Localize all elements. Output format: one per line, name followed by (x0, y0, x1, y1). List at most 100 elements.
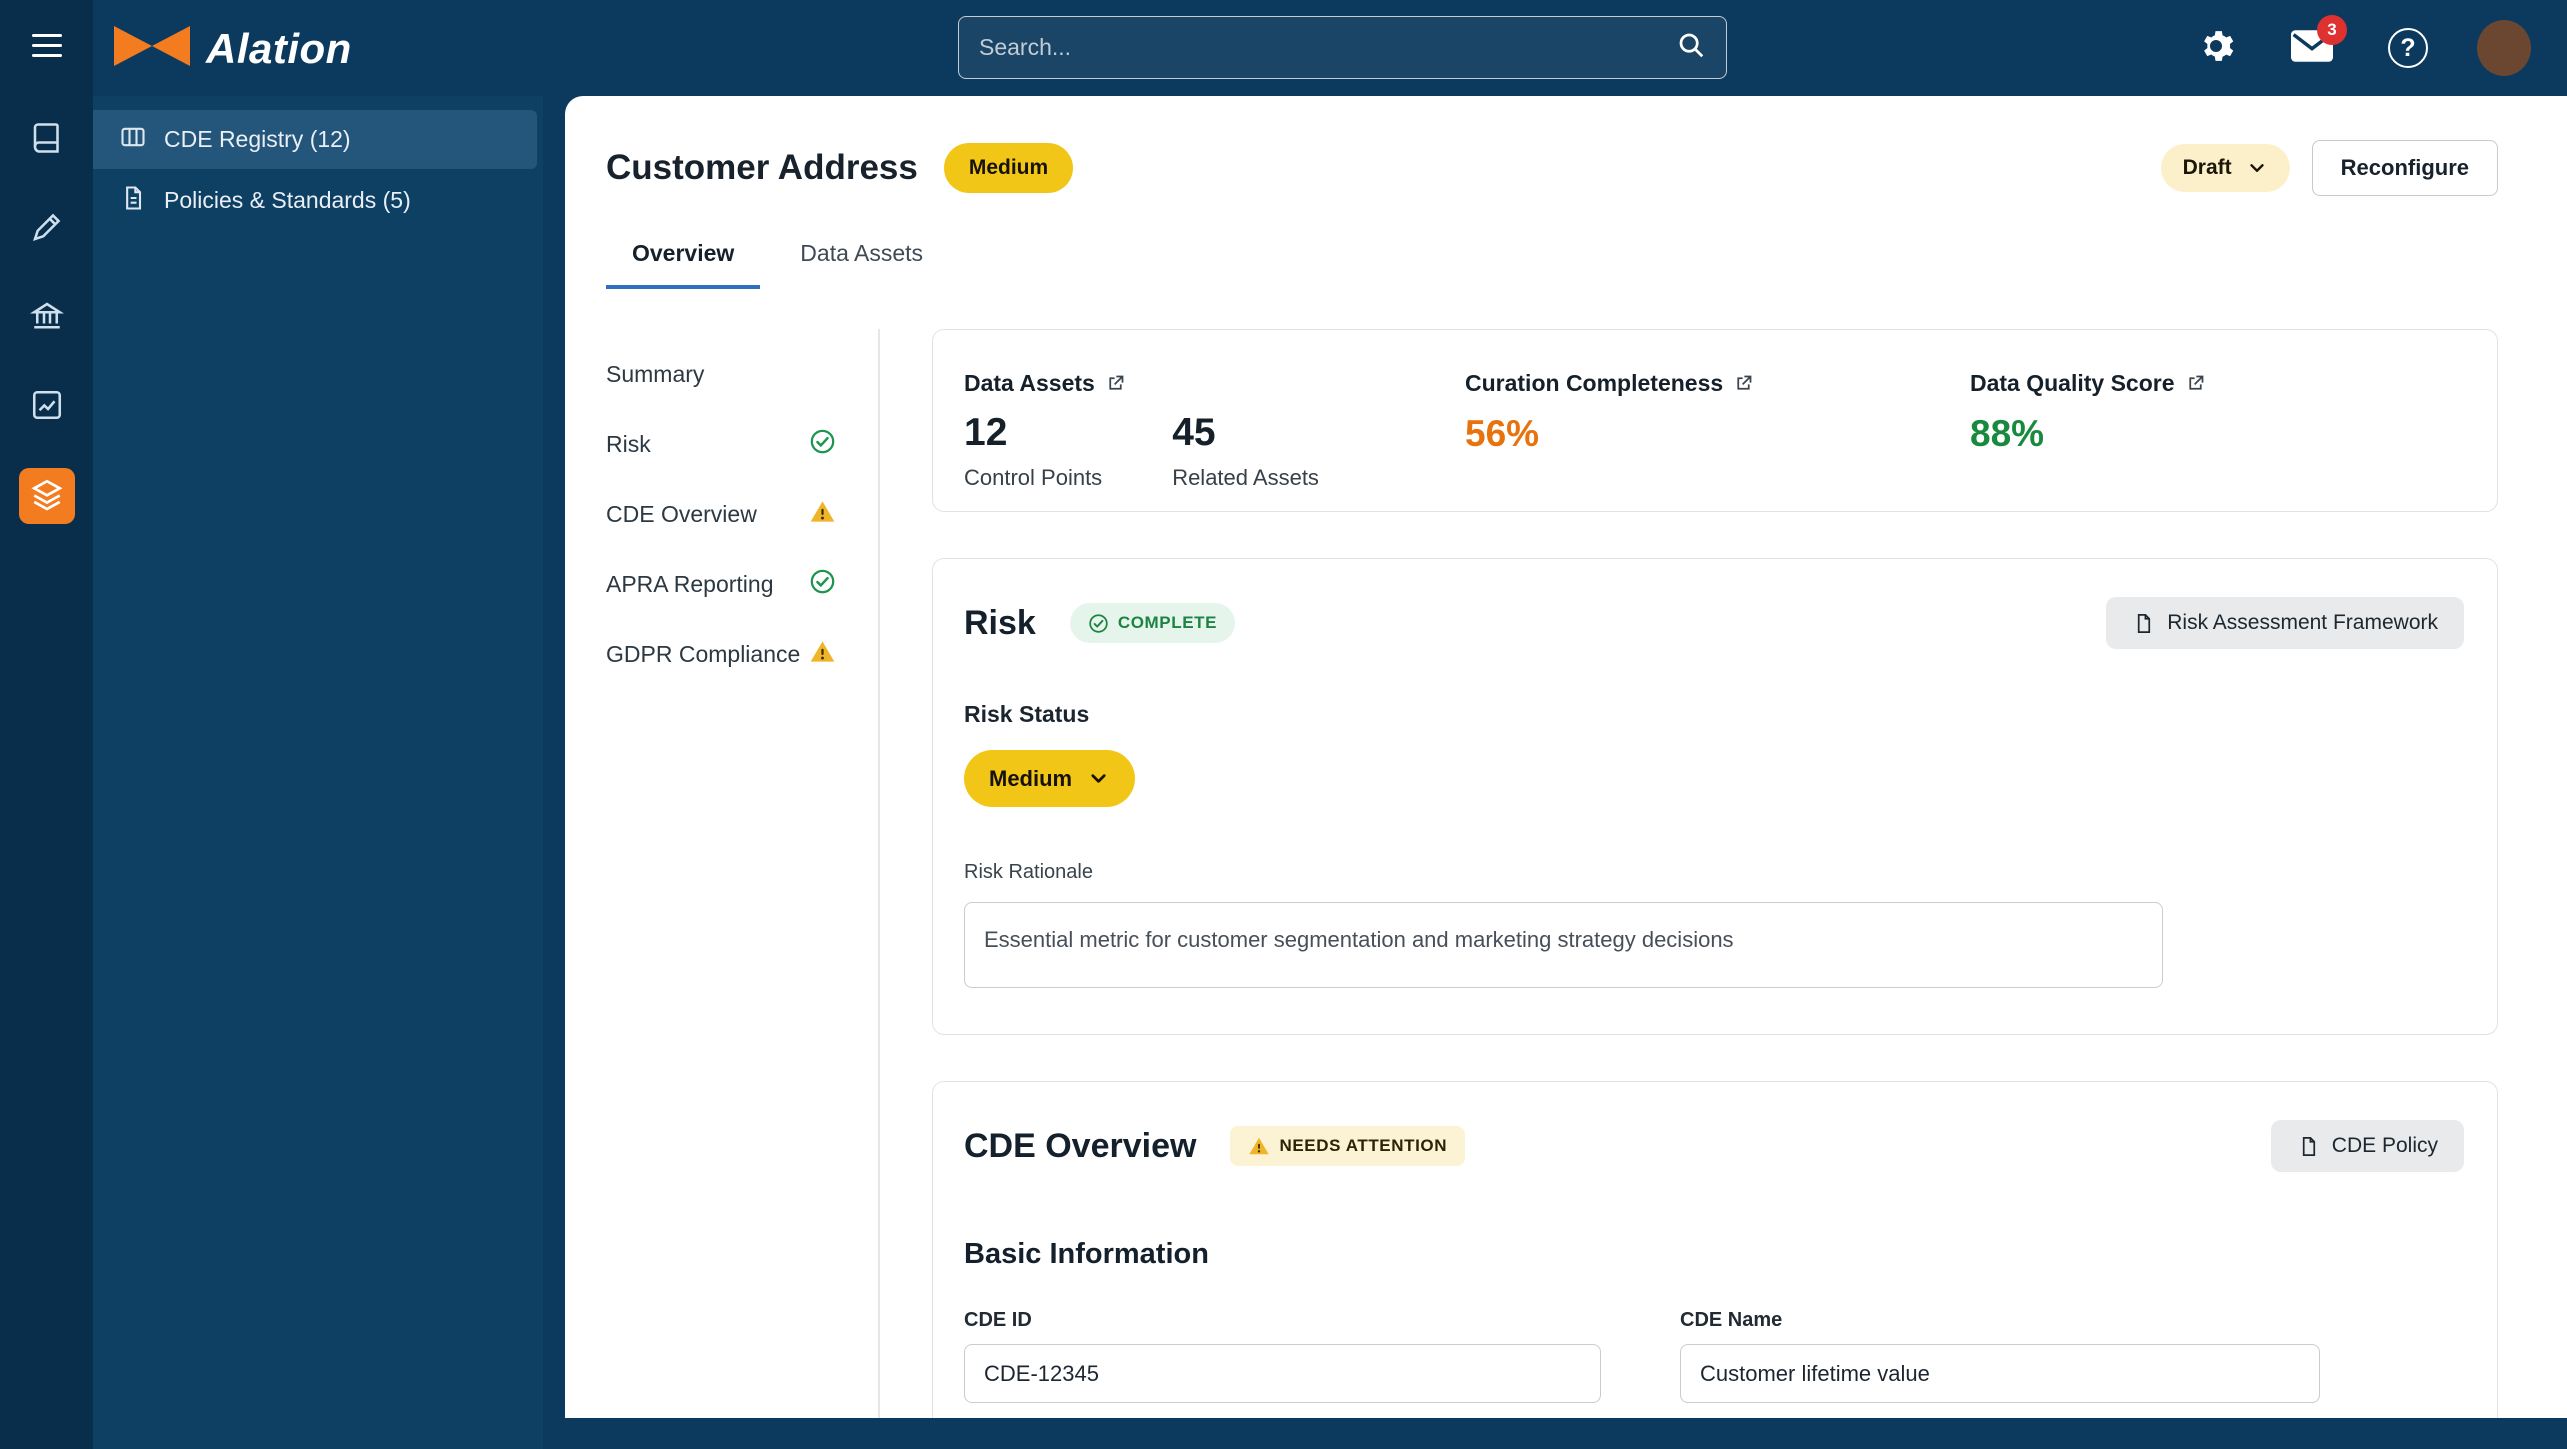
external-link-icon[interactable] (1733, 373, 1754, 394)
section-nav: Summary Risk CDE Overview APRA Reporting (606, 329, 880, 1418)
related-assets-stat: 45 Related Assets (1172, 411, 1319, 491)
data-quality-stat: Data Quality Score 88% (1970, 370, 2206, 511)
tab-overview[interactable]: Overview (606, 240, 761, 289)
logo-text: Alation (206, 24, 352, 72)
search-icon[interactable] (1676, 30, 1706, 65)
sidebar-item-label: CDE Registry (12) (164, 126, 351, 152)
notifications-button[interactable]: 3 (2285, 15, 2347, 75)
control-points-stat: 12 Control Points (964, 411, 1102, 491)
control-points-label: Control Points (964, 465, 1103, 490)
cde-id-input[interactable] (964, 1344, 1601, 1403)
section-nav-gdpr-compliance[interactable]: GDPR Compliance (606, 619, 878, 689)
warning-triangle-icon (809, 498, 836, 531)
rail-catalog-button[interactable] (19, 112, 75, 168)
curation-completeness-stat: Curation Completeness 56% (1465, 370, 1970, 511)
external-link-icon[interactable] (2185, 373, 2206, 394)
risk-status-dropdown[interactable]: Medium (964, 750, 1136, 807)
nav-label: CDE Overview (606, 500, 757, 527)
content-card: Customer Address Medium Draft Reconfigur… (565, 96, 2567, 1418)
alation-logo-icon (112, 22, 192, 75)
hamburger-menu-icon[interactable] (31, 34, 62, 64)
risk-assessment-framework-button[interactable]: Risk Assessment Framework (2106, 597, 2464, 649)
layers-icon (29, 476, 65, 517)
cde-name-input[interactable] (1680, 1344, 2320, 1403)
quality-value: 88% (1970, 413, 2045, 454)
section-nav-summary[interactable]: Summary (606, 339, 878, 409)
tab-data-assets[interactable]: Data Assets (774, 240, 949, 289)
section-nav-apra-reporting[interactable]: APRA Reporting (606, 549, 878, 619)
page-title: Customer Address (606, 148, 918, 187)
tab-bar: Overview Data Assets (565, 240, 2567, 289)
topbar-actions: 3 ? (2189, 0, 2531, 96)
section-content: Data Assets 12 Control Points 45 Related… (880, 329, 2498, 1418)
rail-analytics-button[interactable] (19, 379, 75, 435)
warning-triangle-icon (809, 638, 836, 671)
control-points-value: 12 (964, 411, 1008, 454)
related-assets-value: 45 (1172, 411, 1216, 454)
help-icon: ? (2388, 28, 2428, 68)
global-search[interactable] (958, 16, 1727, 79)
check-circle-icon (1089, 613, 1108, 633)
check-circle-icon (809, 428, 836, 461)
section-nav-cde-overview[interactable]: CDE Overview (606, 479, 878, 549)
risk-title: Risk (964, 603, 1036, 642)
search-input[interactable] (979, 34, 1676, 61)
warning-triangle-icon (1249, 1137, 1270, 1155)
risk-status-label: Risk Status (964, 701, 1090, 727)
complete-badge-label: COMPLETE (1117, 613, 1218, 632)
chevron-down-icon (2249, 164, 2264, 172)
document-icon (2302, 1136, 2315, 1156)
rail-compose-button[interactable] (19, 201, 75, 257)
sidebar-item-policies-standards[interactable]: Policies & Standards (5) (93, 171, 537, 230)
data-assets-title[interactable]: Data Assets (964, 370, 1095, 397)
nav-label: APRA Reporting (606, 570, 774, 597)
nav-label: Risk (606, 430, 651, 457)
risk-section: Risk COMPLETE Risk Assessment Framework … (932, 558, 2498, 1035)
rail-governance-button[interactable] (19, 290, 75, 346)
check-circle-icon (809, 568, 836, 601)
page-header: Customer Address Medium Draft Reconfigur… (565, 96, 2567, 196)
stats-card: Data Assets 12 Control Points 45 Related… (932, 329, 2498, 512)
cde-overview-title: CDE Overview (964, 1126, 1197, 1165)
cde-policy-button[interactable]: CDE Policy (2270, 1120, 2464, 1172)
needs-attention-label: NEEDS ATTENTION (1279, 1136, 1448, 1155)
curation-title[interactable]: Curation Completeness (1465, 370, 1723, 397)
framework-button-label: Risk Assessment Framework (2167, 611, 2438, 634)
policy-document-icon (119, 184, 147, 218)
card-body: Summary Risk CDE Overview APRA Reporting (565, 329, 2567, 1418)
table-columns-icon (119, 123, 147, 157)
chart-icon (29, 387, 65, 428)
pen-icon (29, 209, 65, 250)
draft-status-dropdown[interactable]: Draft (2160, 144, 2290, 192)
risk-rationale-label: Risk Rationale (964, 861, 1093, 883)
needs-attention-badge: NEEDS ATTENTION (1230, 1126, 1466, 1166)
user-menu[interactable] (2477, 20, 2531, 76)
complete-badge: COMPLETE (1069, 603, 1236, 643)
data-assets-stat: Data Assets 12 Control Points 45 Related… (964, 370, 1465, 511)
nav-label: Summary (606, 360, 705, 387)
avatar (2477, 20, 2531, 76)
section-nav-risk[interactable]: Risk (606, 409, 878, 479)
external-link-icon[interactable] (1105, 373, 1126, 394)
notification-badge: 3 (2317, 15, 2347, 45)
quality-title[interactable]: Data Quality Score (1970, 370, 2175, 397)
alation-logo[interactable]: Alation (112, 22, 352, 75)
curation-value: 56% (1465, 413, 1540, 454)
basic-information-heading: Basic Information (964, 1238, 1209, 1270)
settings-button[interactable] (2189, 21, 2243, 75)
bank-icon (29, 298, 65, 339)
rail-data-products-button[interactable] (18, 468, 75, 524)
sidebar-item-cde-registry[interactable]: CDE Registry (12) (93, 110, 537, 169)
chevron-down-icon (1091, 774, 1106, 783)
gear-icon (2197, 27, 2235, 70)
sidebar: CDE Registry (12) Policies & Standards (… (93, 96, 543, 1449)
document-icon (2138, 613, 2151, 633)
risk-rationale-input[interactable]: Essential metric for customer segmentati… (964, 902, 2163, 988)
risk-level-pill: Medium (943, 143, 1074, 193)
nav-label: GDPR Compliance (606, 640, 801, 667)
draft-label: Draft (2182, 156, 2232, 179)
icon-rail (0, 0, 93, 1449)
help-button[interactable]: ? (2381, 21, 2435, 75)
cde-name-label: CDE Name (1680, 1309, 1783, 1331)
reconfigure-button[interactable]: Reconfigure (2311, 140, 2498, 196)
